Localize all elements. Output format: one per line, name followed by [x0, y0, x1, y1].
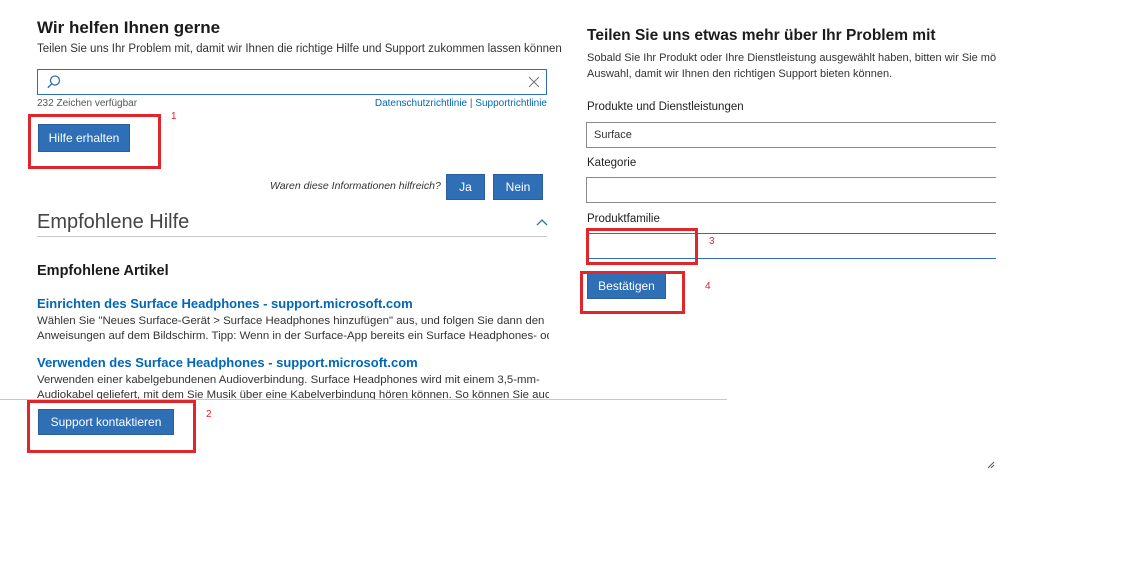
feedback-question: Waren diese Informationen hilfreich? [270, 180, 441, 192]
recommended-articles-heading: Empfohlene Artikel [37, 263, 169, 279]
privacy-policy-link[interactable]: Datenschutzrichtlinie [375, 98, 467, 109]
problem-desc-line-2: Auswahl, damit wir Ihnen den richtigen S… [587, 68, 893, 80]
yes-button[interactable]: Ja [446, 174, 485, 200]
search-icon [46, 74, 62, 95]
products-label: Produkte und Dienstleistungen [587, 101, 744, 113]
annotation-box-4 [580, 271, 685, 314]
annotation-number-4: 4 [705, 281, 711, 292]
problem-title: Teilen Sie uns etwas mehr über Ihr Probl… [587, 27, 936, 44]
help-subtitle: Teilen Sie uns Ihr Problem mit, damit wi… [37, 43, 562, 55]
article-link-2[interactable]: Verwenden des Surface Headphones - suppo… [37, 355, 418, 370]
category-field[interactable] [586, 177, 996, 203]
category-label: Kategorie [587, 157, 637, 169]
search-input[interactable] [68, 72, 522, 94]
annotation-box-2 [27, 400, 196, 453]
chevron-up-icon[interactable] [536, 215, 548, 233]
product-family-label: Produktfamilie [587, 213, 660, 225]
article-snippet-2-line-2: Audiokabel geliefert, mit dem Sie Musik … [37, 389, 549, 399]
char-count: 232 Zeichen verfügbar [37, 98, 138, 109]
link-separator: | [469, 98, 473, 109]
section-divider [37, 236, 547, 237]
annotation-number-1: 1 [171, 111, 177, 122]
search-box[interactable] [37, 69, 547, 95]
clear-icon[interactable] [527, 75, 541, 94]
recommended-help-heading: Empfohlene Hilfe [37, 211, 190, 233]
support-policy-link[interactable]: Supportrichtlinie [475, 98, 547, 109]
article-snippet-1-line-2: Anweisungen auf dem Bildschirm. Tipp: We… [37, 330, 549, 342]
article-link-1[interactable]: Einrichten des Surface Headphones - supp… [37, 296, 413, 311]
problem-desc-line-1: Sobald Sie Ihr Produkt oder Ihre Dienstl… [587, 52, 996, 64]
products-field[interactable]: Surface [586, 122, 996, 148]
article-snippet-2-line-1: Verwenden einer kabelgebundenen Audiover… [37, 374, 540, 386]
article-snippet-1-line-1: Wählen Sie "Neues Surface-Gerät > Surfac… [37, 315, 545, 327]
no-button[interactable]: Nein [493, 174, 543, 200]
annotation-number-3: 3 [709, 236, 715, 247]
annotation-box-1 [28, 114, 161, 169]
resize-handle-icon[interactable] [987, 456, 995, 474]
annotation-box-3 [586, 228, 698, 265]
policy-links: Datenschutzrichtlinie | Supportrichtlini… [375, 98, 547, 109]
help-title: Wir helfen Ihnen gerne [37, 18, 221, 37]
annotation-number-2: 2 [206, 409, 212, 420]
